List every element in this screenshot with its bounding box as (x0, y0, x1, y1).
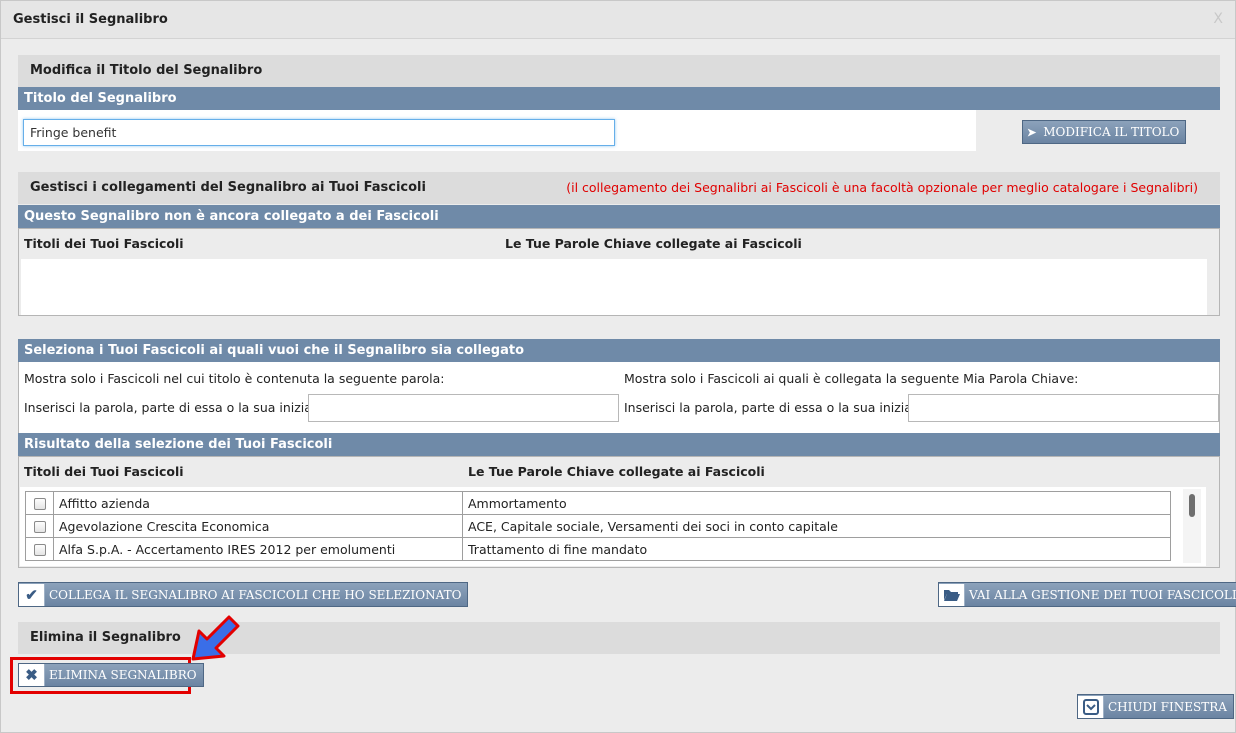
close-icon[interactable]: X (1213, 11, 1223, 27)
table-row[interactable]: Alfa S.p.A. - Accertamento IRES 2012 per… (25, 537, 1171, 561)
delete-bookmark-label: ELIMINA SEGNALIBRO (49, 668, 197, 682)
title-bar: Titolo del Segnalibro (18, 87, 1220, 110)
modify-title-label: MODIFICA IL TITOLO (1043, 125, 1180, 139)
manage-folders-button[interactable]: VAI ALLA GESTIONE DEI TUOI FASCICOLI (938, 582, 1236, 607)
bookmark-dialog: Gestisci il Segnalibro X Modifica il Tit… (0, 0, 1236, 733)
bookmark-title-input[interactable] (23, 119, 615, 146)
results-table: Affitto azienda Ammortamento Agevolazion… (25, 491, 1171, 561)
link-bookmark-button[interactable]: ✔ COLLEGA IL SEGNALIBRO AI FASCICOLI CHE… (18, 582, 469, 607)
title-section-heading: Modifica il Titolo del Segnalibro (18, 55, 1220, 87)
results-col-keywords: Le Tue Parole Chiave collegate ai Fascic… (468, 464, 765, 479)
close-x-icon: ✖ (19, 664, 45, 686)
chevron-down-box-icon (1078, 695, 1104, 718)
results-scrollbar-thumb[interactable] (1189, 494, 1195, 517)
filter-keyword-label: Mostra solo i Fascicoli ai quali è colle… (624, 371, 1079, 386)
title-filter-input-label: Inserisci la parola, parte di essa o la … (24, 400, 324, 415)
table-row[interactable]: Agevolazione Crescita Economica ACE, Cap… (25, 514, 1171, 538)
dialog-titlebar: Gestisci il Segnalibro X (1, 1, 1235, 39)
filter-title-label: Mostra solo i Fascicoli nel cui titolo è… (24, 371, 445, 386)
links-section-heading-text: Gestisci i collegamenti del Segnalibro a… (30, 180, 426, 195)
row-title: Affitto azienda (53, 491, 463, 515)
table-row[interactable]: Affitto azienda Ammortamento (25, 491, 1171, 515)
link-bookmark-label: COLLEGA IL SEGNALIBRO AI FASCICOLI CHE H… (49, 587, 462, 602)
row-keywords: Ammortamento (462, 491, 1171, 515)
row-checkbox[interactable] (33, 498, 46, 510)
row-checkbox-cell (25, 514, 54, 538)
dialog-title: Gestisci il Segnalibro (13, 12, 168, 27)
row-checkbox-cell (25, 491, 54, 515)
keyword-filter-input[interactable] (908, 394, 1219, 422)
row-keywords: Trattamento di fine mandato (462, 537, 1171, 561)
select-bar-label: Seleziona i Tuoi Fascicoli ai quali vuoi… (24, 343, 525, 358)
title-bar-label: Titolo del Segnalibro (24, 91, 177, 106)
keyword-filter-input-label: Inserisci la parola, parte di essa o la … (624, 400, 924, 415)
results-bar-label: Risultato della selezione dei Tuoi Fasci… (24, 437, 333, 452)
results-scrollbar[interactable] (1183, 489, 1201, 563)
row-title: Alfa S.p.A. - Accertamento IRES 2012 per… (53, 537, 463, 561)
title-filter-input[interactable] (308, 394, 619, 422)
folder-open-icon (939, 583, 965, 606)
linked-col-keywords: Le Tue Parole Chiave collegate ai Fascic… (505, 236, 802, 251)
links-bar: Questo Segnalibro non è ancora collegato… (18, 205, 1220, 228)
delete-bookmark-button[interactable]: ✖ ELIMINA SEGNALIBRO (18, 663, 204, 687)
select-bar: Seleziona i Tuoi Fascicoli ai quali vuoi… (18, 339, 1220, 362)
links-section-heading: Gestisci i collegamenti del Segnalibro a… (18, 172, 1220, 204)
links-section-note: (il collegamento dei Segnalibri ai Fasci… (566, 180, 1198, 195)
title-section-heading-text: Modifica il Titolo del Segnalibro (30, 63, 263, 78)
pointer-arrow-icon (191, 615, 240, 661)
results-col-titles: Titoli dei Tuoi Fascicoli (24, 464, 184, 479)
checkmark-icon: ✔ (19, 583, 45, 606)
linked-col-titles: Titoli dei Tuoi Fascicoli (24, 236, 184, 251)
close-window-button[interactable]: CHIUDI FINESTRA (1077, 694, 1234, 719)
results-bar: Risultato della selezione dei Tuoi Fasci… (18, 433, 1220, 456)
row-checkbox[interactable] (33, 521, 46, 533)
edit-icon: ➤ (1027, 125, 1037, 139)
modify-title-button[interactable]: ➤ MODIFICA IL TITOLO (1022, 120, 1187, 144)
row-checkbox[interactable] (33, 544, 46, 556)
delete-section-heading-text: Elimina il Segnalibro (30, 630, 181, 645)
row-keywords: ACE, Capitale sociale, Versamenti dei so… (462, 514, 1171, 538)
row-checkbox-cell (25, 537, 54, 561)
manage-folders-label: VAI ALLA GESTIONE DEI TUOI FASCICOLI (969, 587, 1236, 602)
close-window-label: CHIUDI FINESTRA (1108, 699, 1227, 714)
linked-folders-list (21, 259, 1207, 315)
links-bar-label: Questo Segnalibro non è ancora collegato… (24, 209, 439, 224)
row-title: Agevolazione Crescita Economica (53, 514, 463, 538)
